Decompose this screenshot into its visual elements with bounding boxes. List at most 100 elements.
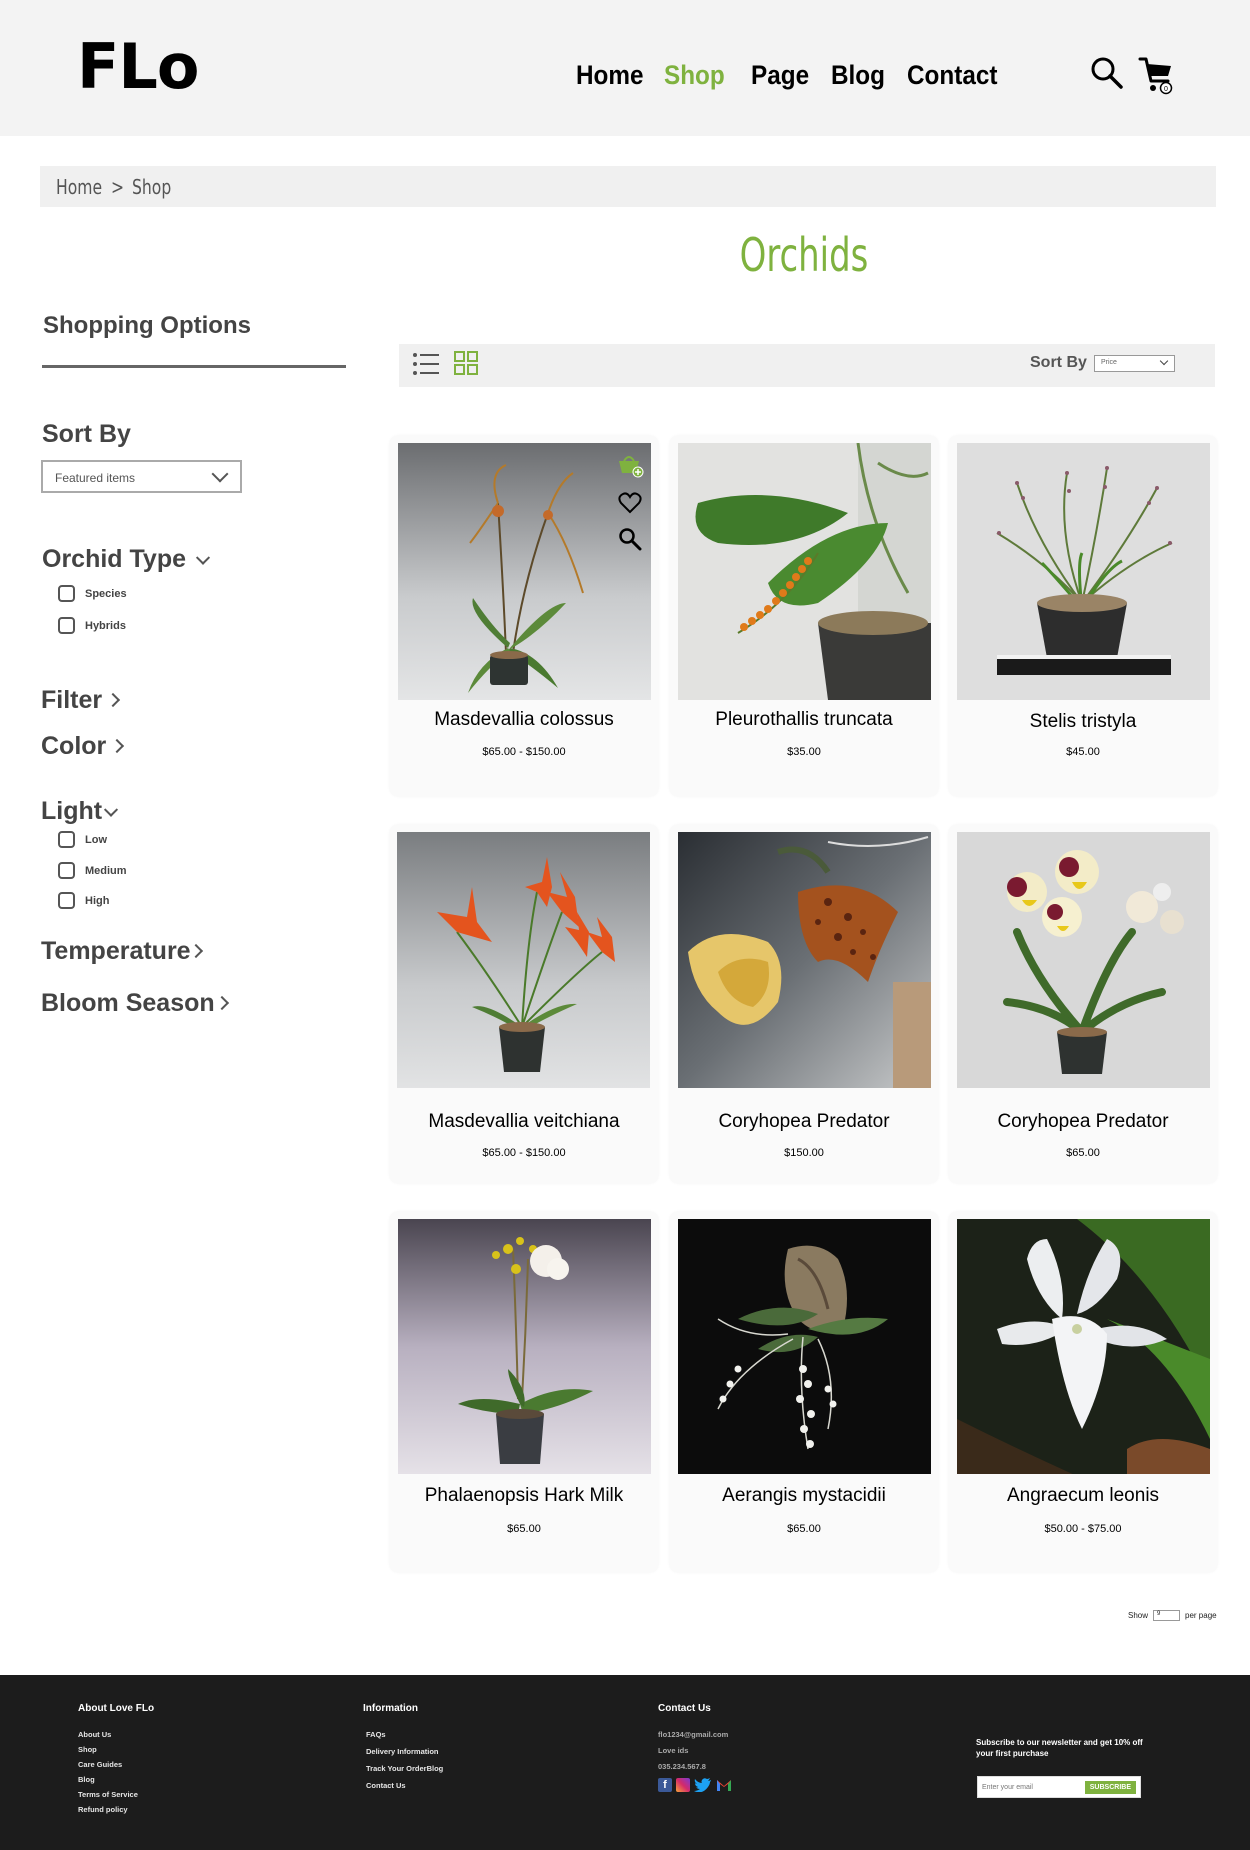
footer-about: About Love FLo About Us Shop Care Guides… (78, 1703, 154, 1820)
nav-home[interactable]: Home (576, 60, 644, 91)
product-price: $150.00 (784, 1147, 824, 1159)
sidebar-sort-value: Featured items (55, 471, 136, 485)
color-toggle[interactable]: Color (41, 732, 125, 761)
filter-option-high[interactable]: High (58, 892, 109, 909)
footer-link[interactable]: Contact Us (366, 1781, 443, 1790)
per-page-value: 9 (1157, 1611, 1161, 1617)
product-name[interactable]: Aerangis mystacidii (670, 1485, 938, 1507)
filter-option-medium[interactable]: Medium (58, 862, 127, 879)
filter-option-hybrids[interactable]: Hybrids (58, 617, 126, 634)
facebook-icon[interactable]: f (658, 1778, 672, 1792)
product-image[interactable] (678, 443, 931, 700)
toolbar-sort-select[interactable]: Price (1094, 355, 1175, 372)
product-image[interactable] (678, 1219, 931, 1474)
footer-contact-email[interactable]: flo1234@gmail.com (658, 1730, 732, 1739)
checkbox[interactable] (58, 831, 75, 848)
product-name[interactable]: Coryhopea Predator (670, 1111, 938, 1133)
product-image[interactable] (957, 443, 1210, 700)
nav-blog[interactable]: Blog (831, 60, 885, 91)
product-card[interactable]: Masdevallia veitchiana $65.00 - $150.00 (390, 825, 658, 1183)
breadcrumb-separator: > (111, 174, 125, 199)
product-name[interactable]: Masdevallia veitchiana (390, 1111, 658, 1133)
per-page-select[interactable]: 9 (1153, 1610, 1181, 1621)
product-image[interactable] (957, 1219, 1210, 1474)
product-price: $65.00 - $150.00 (482, 746, 566, 758)
filter-option-low[interactable]: Low (58, 831, 107, 848)
footer-link[interactable]: Care Guides (78, 1760, 154, 1769)
product-card[interactable]: Stelis tristyla $45.00 (949, 436, 1217, 796)
search-icon[interactable] (1090, 56, 1124, 90)
product-name[interactable]: Phalaenopsis Hark Milk (390, 1485, 658, 1507)
footer-link[interactable]: Delivery Information (366, 1747, 443, 1756)
subscribe-button[interactable]: SUBSCRIBE (1084, 1780, 1136, 1794)
product-name[interactable]: Pleurothallis truncata (670, 709, 938, 731)
instagram-icon[interactable] (676, 1778, 690, 1792)
checkbox[interactable] (58, 617, 75, 634)
breadcrumb-home[interactable]: Home (56, 175, 102, 199)
checkbox[interactable] (58, 862, 75, 879)
light-toggle[interactable]: Light (41, 797, 119, 826)
add-to-cart-icon[interactable] (616, 452, 644, 478)
orchid-type-toggle[interactable]: Orchid Type (42, 545, 211, 574)
filter-toggle[interactable]: Filter (41, 686, 121, 715)
grid-view-icon[interactable] (454, 351, 478, 375)
checkbox[interactable] (58, 585, 75, 602)
filter-option-species[interactable]: Species (58, 585, 127, 602)
nav-page[interactable]: Page (751, 60, 809, 91)
product-image[interactable] (398, 1219, 651, 1474)
footer-information: Information FAQs Delivery Information Tr… (363, 1703, 443, 1798)
list-view-icon[interactable] (412, 352, 440, 376)
footer-link[interactable]: About Us (78, 1730, 154, 1739)
product-name[interactable]: Masdevallia colossus (390, 709, 658, 731)
quick-view-search-icon[interactable] (618, 527, 642, 551)
product-card[interactable]: Coryhopea Predator $150.00 (670, 825, 938, 1183)
bloom-season-label: Bloom Season (41, 989, 215, 1017)
product-price: $65.00 - $150.00 (482, 1147, 566, 1159)
checkbox[interactable] (58, 892, 75, 909)
product-card[interactable]: Aerangis mystacidii $65.00 (670, 1212, 938, 1572)
footer-contact-name: Love ids (658, 1746, 689, 1755)
color-label: Color (41, 732, 107, 760)
twitter-icon[interactable] (694, 1778, 712, 1792)
cart-icon[interactable]: 0 (1138, 55, 1176, 95)
product-card[interactable]: Phalaenopsis Hark Milk $65.00 (390, 1212, 658, 1572)
footer-link[interactable]: Blog (78, 1775, 154, 1784)
chevron-right-icon (214, 995, 229, 1011)
product-name[interactable]: Coryhopea Predator (949, 1111, 1217, 1133)
product-card[interactable]: Masdevallia colossus $65.00 - $150.00 (390, 436, 658, 796)
footer-information-heading: Information (363, 1703, 418, 1714)
product-price: $65.00 (1066, 1147, 1100, 1159)
product-card[interactable]: Coryhopea Predator $65.00 (949, 825, 1217, 1183)
product-price: $65.00 (787, 1523, 821, 1535)
product-image[interactable] (398, 443, 651, 700)
temperature-toggle[interactable]: Temperature (41, 937, 203, 966)
breadcrumb: Home > Shop (40, 166, 1216, 207)
product-card[interactable]: Angraecum leonis $50.00 - $75.00 (949, 1212, 1217, 1572)
filter-option-label: High (85, 894, 110, 907)
wishlist-heart-icon[interactable] (618, 492, 642, 514)
bloom-season-toggle[interactable]: Bloom Season (41, 989, 229, 1018)
nav-contact[interactable]: Contact (907, 60, 997, 91)
product-image[interactable] (397, 832, 650, 1088)
product-name[interactable]: Stelis tristyla (949, 711, 1217, 733)
product-image[interactable] (957, 832, 1210, 1088)
site-logo[interactable]: FLo (77, 30, 199, 103)
product-image[interactable] (678, 832, 931, 1088)
footer-link[interactable]: Shop (78, 1745, 154, 1754)
site-header: FLo Home Shop Page Blog Contact 0 (0, 0, 1250, 136)
light-label: Light (41, 797, 103, 825)
footer-link[interactable]: Track Your OrderBlog (366, 1764, 443, 1773)
gmail-icon[interactable] (716, 1778, 732, 1792)
per-page-control: Show 9 per page (1128, 1610, 1217, 1621)
temperature-label: Temperature (41, 937, 191, 965)
sidebar-sort-select[interactable]: Featured items (41, 460, 242, 493)
footer-contact: Contact Us flo1234@gmail.com Love ids 03… (658, 1703, 732, 1792)
nav-shop[interactable]: Shop (664, 60, 725, 91)
product-name[interactable]: Angraecum leonis (949, 1485, 1217, 1507)
footer-link[interactable]: Refund policy (78, 1805, 154, 1814)
footer-link[interactable]: FAQs (366, 1730, 443, 1739)
footer-link[interactable]: Terms of Service (78, 1790, 154, 1799)
footer-about-heading: About Love FLo (78, 1703, 155, 1714)
product-card[interactable]: Pleurothallis truncata $35.00 (670, 436, 938, 796)
newsletter-email-input[interactable]: Enter your email (982, 1784, 1085, 1791)
